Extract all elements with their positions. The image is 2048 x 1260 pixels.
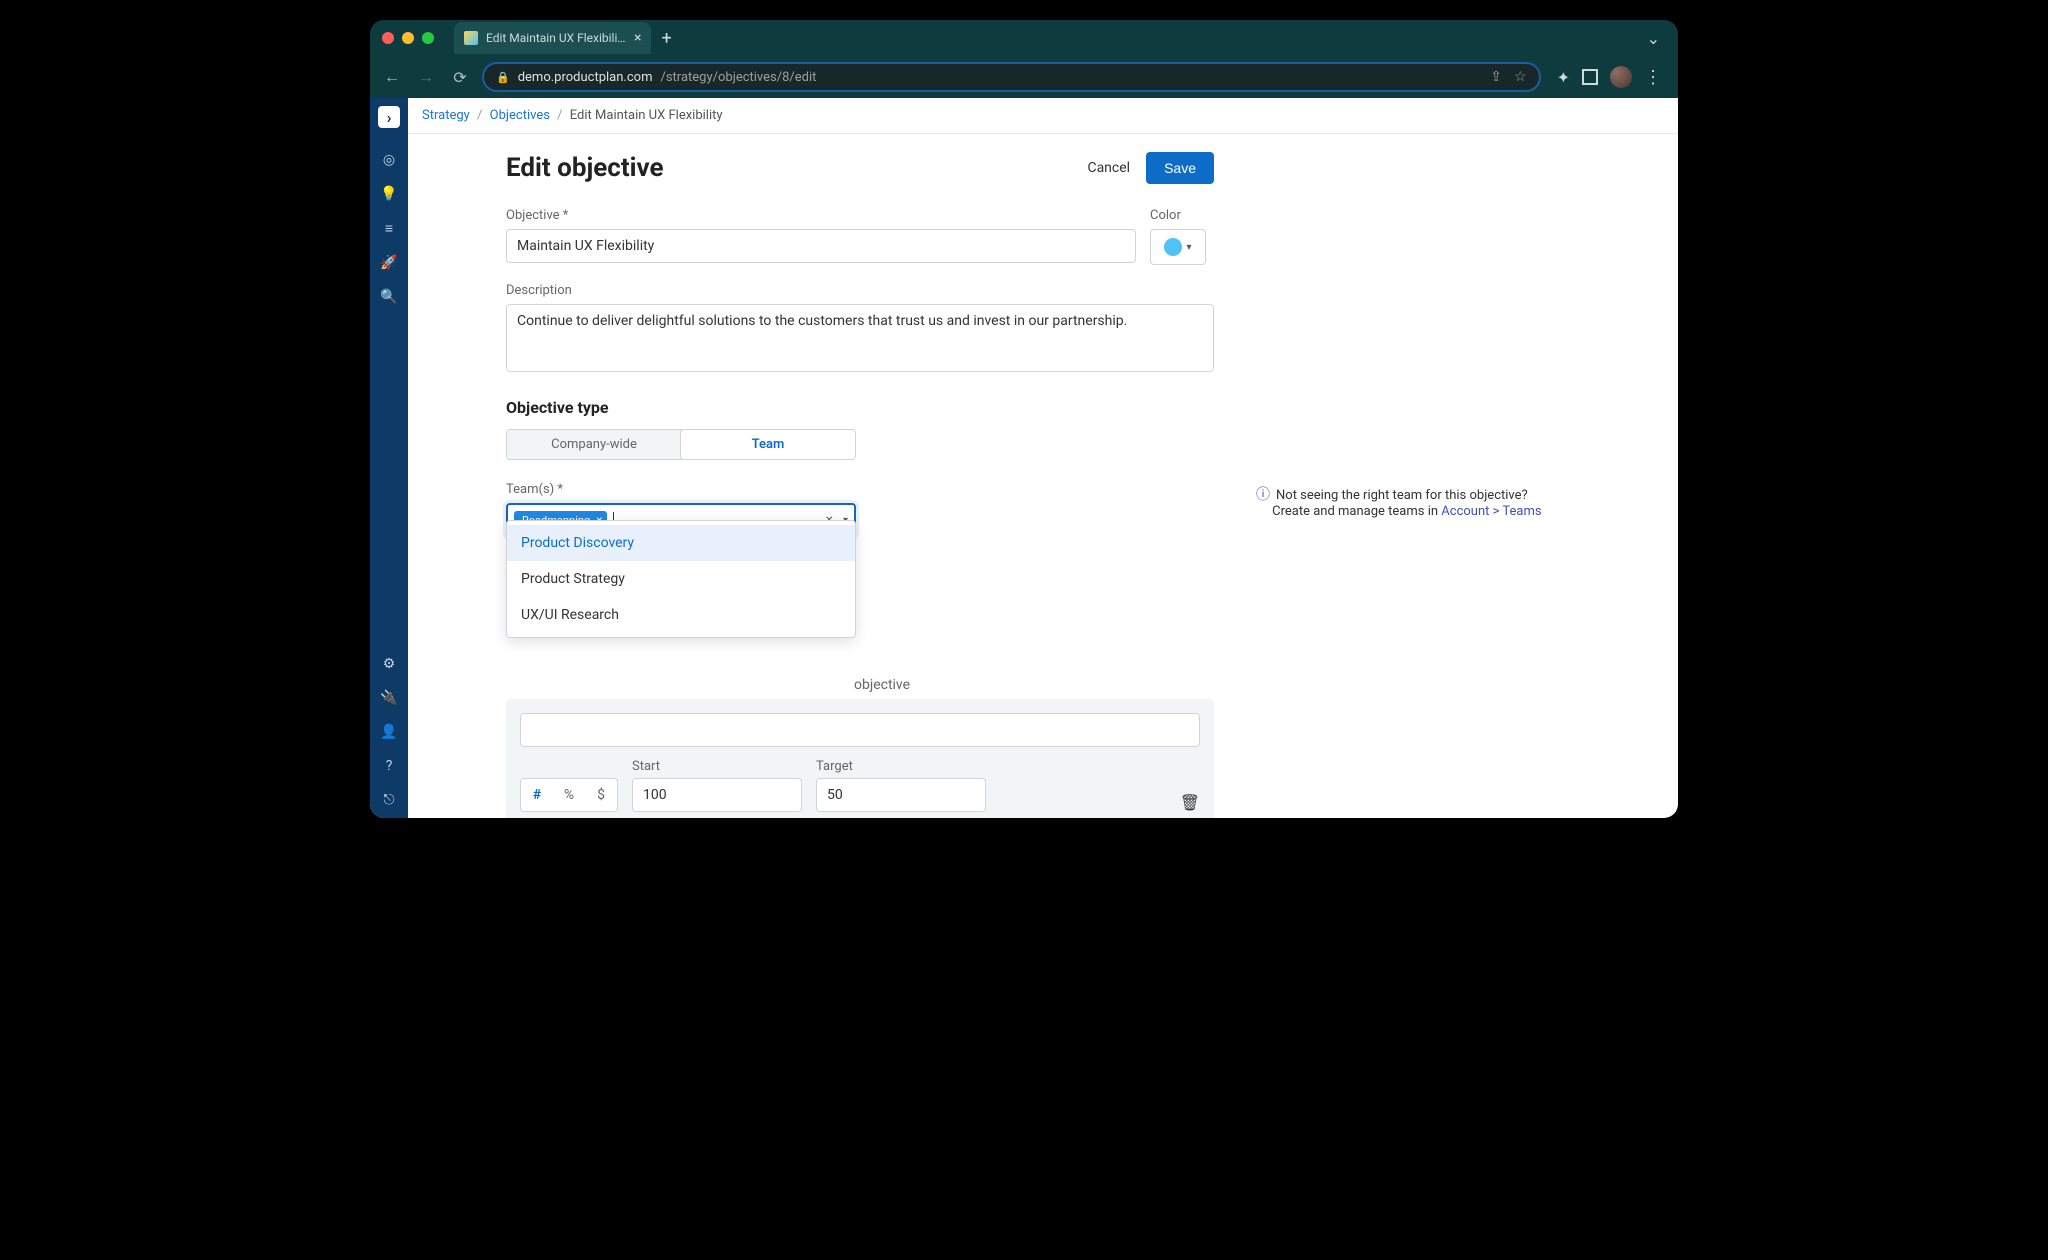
maximize-window-button[interactable] (422, 32, 434, 44)
kr-target-input[interactable] (816, 778, 986, 812)
page-title: Edit objective (506, 153, 664, 183)
kr-values-row: # % $ Start Target (520, 759, 1200, 812)
breadcrumb-current: Edit Maintain UX Flexibility (570, 108, 723, 123)
new-tab-button[interactable]: + (661, 28, 671, 49)
app-frame: › ◎ 💡 ≡ 🚀 🔍 ⚙ 🔌 👤 ? ⎋ Strategy / Objecti… (370, 98, 1678, 818)
objective-field: Objective * (506, 208, 1136, 265)
objective-type-title: Objective type (506, 398, 1214, 417)
extension-icons: ✦ ⋮ (1551, 66, 1668, 88)
objective-input[interactable] (506, 229, 1136, 263)
kr-start-input[interactable] (632, 778, 802, 812)
bulb-icon[interactable]: 💡 (379, 186, 399, 202)
panel-icon[interactable] (1582, 69, 1598, 85)
kr-target-label: Target (816, 759, 986, 774)
teams-label: Team(s) * (506, 482, 1214, 497)
header-actions: Cancel Save (1087, 152, 1214, 184)
teams-field: Team(s) * Roadmapping × × ▾ (506, 482, 1214, 537)
dropdown-item[interactable]: Product Discovery (507, 525, 855, 561)
breadcrumb-objectives[interactable]: Objectives (490, 108, 550, 123)
close-tab-icon[interactable]: × (634, 30, 641, 46)
reload-button[interactable]: ⟳ (448, 68, 472, 87)
help-teams-link[interactable]: Account > Teams (1441, 504, 1541, 519)
kr-partial-label: objective (854, 677, 1214, 693)
user-icon[interactable]: 👤 (379, 724, 399, 740)
teams-help-tip: ⓘ Not seeing the right team for this obje… (1256, 484, 1596, 519)
form-wrap: Edit objective Cancel Save Objective * C… (408, 134, 1678, 818)
main-content: Strategy / Objectives / Edit Maintain UX… (408, 98, 1678, 818)
address-bar[interactable]: 🔒 demo.productplan.com/strategy/objectiv… (482, 62, 1541, 92)
share-icon[interactable]: ⇪ (1490, 69, 1502, 85)
tab-title: Edit Maintain UX Flexibility - P (486, 31, 626, 45)
url-path: /strategy/objectives/8/edit (660, 70, 816, 85)
description-field: Description Continue to deliver delightf… (506, 283, 1214, 376)
extensions-icon[interactable]: ✦ (1557, 68, 1570, 87)
breadcrumb-strategy[interactable]: Strategy (422, 108, 470, 123)
key-results-section: objective # % $ Start (506, 677, 1214, 818)
teams-dropdown: Product Discovery Product Strategy UX/UI… (506, 520, 856, 638)
color-field: Color ▾ (1150, 208, 1214, 265)
kebab-menu-icon[interactable]: ⋮ (1644, 67, 1662, 88)
objective-type-toggle: Company-wide Team (506, 429, 856, 460)
help-icon[interactable]: ? (379, 758, 399, 774)
color-swatch (1164, 238, 1182, 256)
description-label: Description (506, 283, 1214, 298)
breadcrumb: Strategy / Objectives / Edit Maintain UX… (408, 98, 1678, 134)
kr-target-field: Target (816, 759, 986, 812)
list-icon[interactable]: ≡ (379, 220, 399, 237)
cancel-button[interactable]: Cancel (1087, 160, 1130, 176)
dropdown-item[interactable]: Product Strategy (507, 561, 855, 597)
sidebar-toggle[interactable]: › (378, 106, 400, 128)
description-input[interactable]: Continue to deliver delightful solutions… (506, 304, 1214, 372)
search-icon[interactable]: 🔍 (379, 289, 399, 305)
color-label: Color (1150, 208, 1214, 223)
type-company-wide[interactable]: Company-wide (507, 430, 681, 459)
key-result-card: # % $ Start Target (506, 699, 1214, 818)
tab-overflow-icon[interactable]: ⌄ (1647, 29, 1660, 48)
type-team[interactable]: Team (680, 429, 856, 460)
forward-button[interactable]: → (414, 67, 438, 87)
kr-start-label: Start (632, 759, 802, 774)
form-header: Edit objective Cancel Save (506, 152, 1214, 184)
save-button[interactable]: Save (1146, 152, 1214, 184)
minimize-window-button[interactable] (402, 32, 414, 44)
browser-tabs: Edit Maintain UX Flexibility - P × + (454, 22, 1647, 54)
window-controls (382, 32, 434, 44)
chevron-down-icon: ▾ (1186, 242, 1191, 253)
gear-icon[interactable]: ⚙ (379, 656, 399, 672)
color-picker[interactable]: ▾ (1150, 229, 1206, 265)
unit-dollar[interactable]: $ (585, 779, 617, 811)
tab-favicon (464, 31, 478, 45)
kr-start-field: Start (632, 759, 802, 812)
profile-avatar[interactable] (1610, 66, 1632, 88)
logout-icon[interactable]: ⎋ (379, 792, 399, 808)
lock-icon: 🔒 (496, 71, 510, 84)
target-icon[interactable]: ◎ (379, 152, 399, 168)
plug-icon[interactable]: 🔌 (379, 690, 399, 706)
close-window-button[interactable] (382, 32, 394, 44)
toolbar: ← → ⟳ 🔒 demo.productplan.com/strategy/ob… (370, 56, 1678, 98)
unit-toggle: # % $ (520, 778, 618, 812)
help-line2-prefix: Create and manage teams in (1272, 504, 1441, 519)
star-icon[interactable]: ☆ (1514, 69, 1527, 85)
browser-tab-active[interactable]: Edit Maintain UX Flexibility - P × (454, 22, 651, 54)
url-host: demo.productplan.com (518, 70, 653, 85)
form: Edit objective Cancel Save Objective * C… (506, 152, 1214, 818)
titlebar: Edit Maintain UX Flexibility - P × + ⌄ (370, 20, 1678, 56)
app-sidebar: › ◎ 💡 ≡ 🚀 🔍 ⚙ 🔌 👤 ? ⎋ (370, 98, 408, 818)
objective-row: Objective * Color ▾ (506, 208, 1214, 265)
kr-name-input[interactable] (520, 713, 1200, 747)
rocket-icon[interactable]: 🚀 (379, 255, 399, 271)
back-button[interactable]: ← (380, 67, 404, 87)
info-icon: ⓘ (1256, 487, 1270, 503)
objective-label: Objective * (506, 208, 1136, 223)
dropdown-item[interactable]: UX/UI Research (507, 597, 855, 633)
help-line1: Not seeing the right team for this objec… (1276, 488, 1528, 503)
addressbar-actions: ⇪ ☆ (1490, 69, 1526, 85)
unit-percent[interactable]: % (553, 779, 585, 811)
unit-number[interactable]: # (521, 779, 553, 811)
browser-window: Edit Maintain UX Flexibility - P × + ⌄ ←… (370, 20, 1678, 818)
trash-icon[interactable]: 🗑 (1180, 793, 1200, 812)
